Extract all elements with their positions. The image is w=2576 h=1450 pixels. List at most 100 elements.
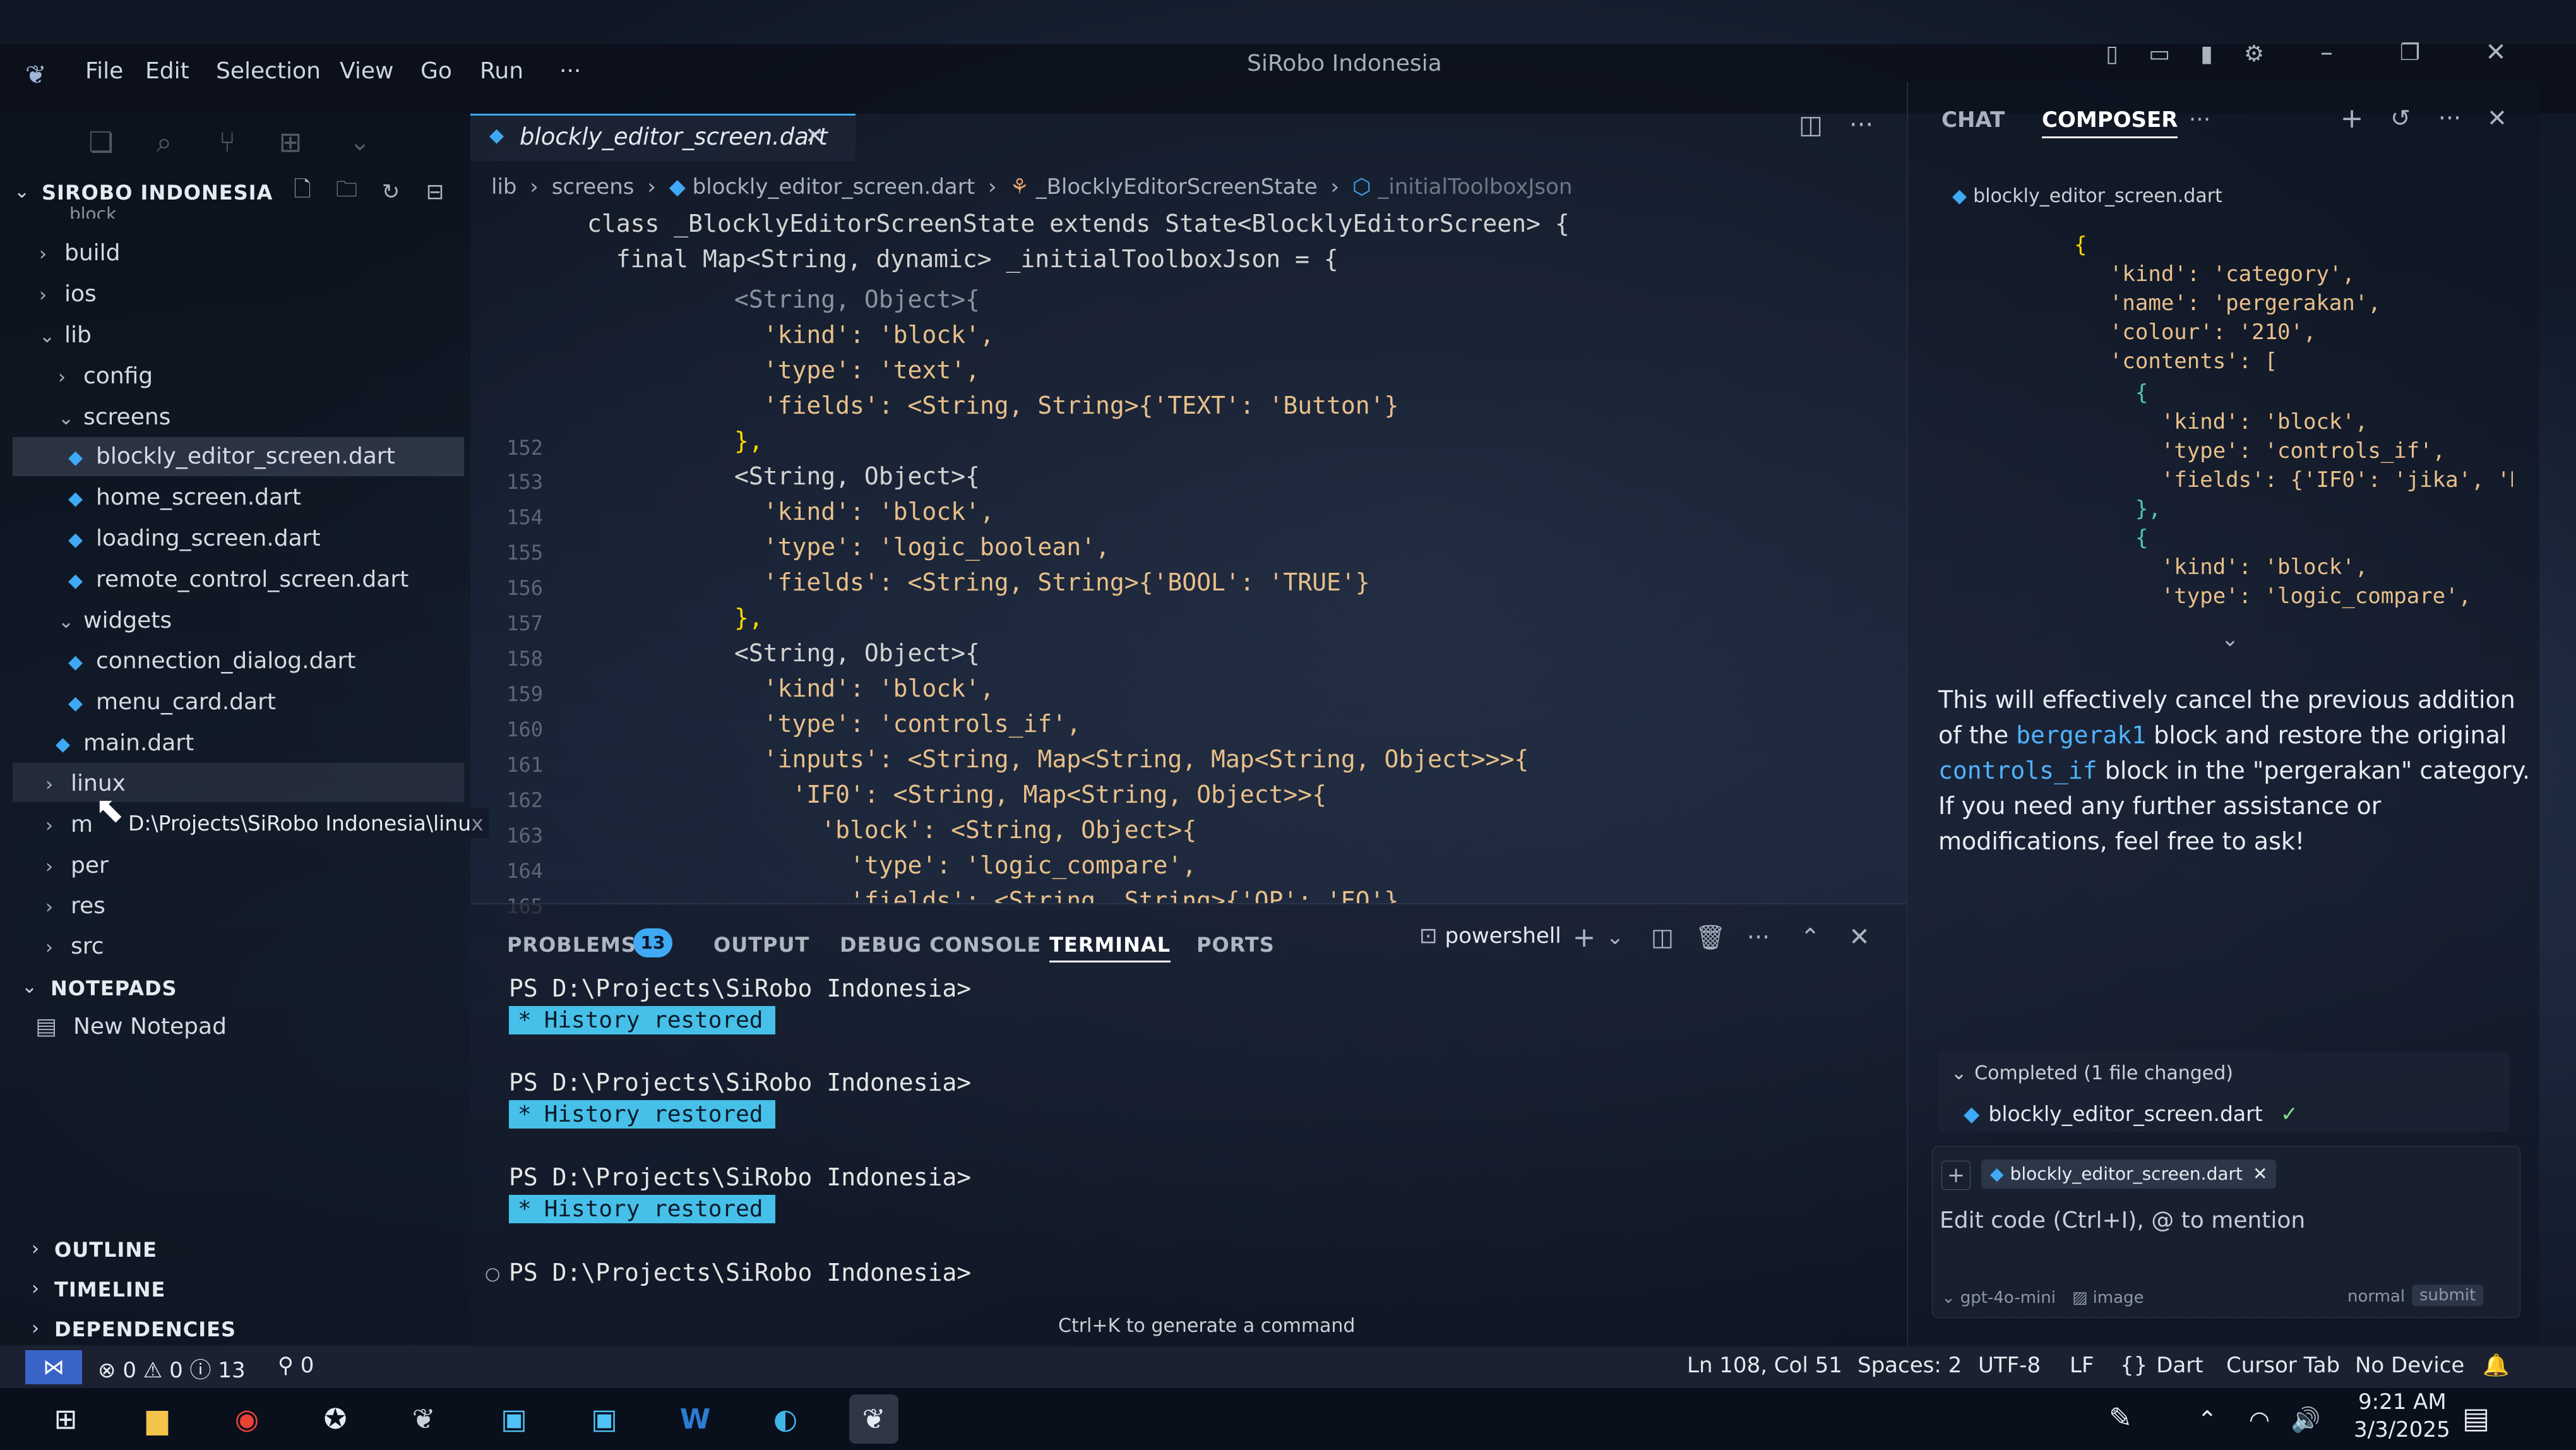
clock-date[interactable]: 3/3/2025 [2354, 1417, 2450, 1442]
clock-time[interactable]: 9:21 AM [2358, 1389, 2447, 1415]
tab-terminal[interactable]: TERMINAL [1049, 933, 1171, 962]
tab-composer[interactable]: COMPOSER [2042, 107, 2178, 138]
close-window-icon[interactable]: ✕ [2480, 37, 2512, 68]
terminal-prompt-current[interactable]: PS D:\Projects\SiRobo Indonesia> [509, 1259, 971, 1286]
word-icon[interactable]: W [671, 1394, 720, 1444]
problems-status[interactable]: ⊗ 0 ⚠ 0 ⓘ 13 [98, 1353, 246, 1384]
menu-file[interactable]: File [85, 58, 123, 84]
tree-folder-res[interactable]: › res [45, 893, 105, 919]
cursor-tab-status[interactable]: Cursor Tab [2226, 1353, 2340, 1378]
tree-folder-m[interactable]: › m [45, 812, 93, 837]
notifications-bell-icon[interactable]: 🔔 [2483, 1353, 2509, 1378]
breadcrumb-item[interactable]: _BlocklyEditorScreenState [1036, 174, 1318, 200]
chevron-right-icon[interactable]: › [32, 1317, 39, 1339]
more-actions-icon[interactable]: ··· [2185, 104, 2215, 135]
menu-run[interactable]: Run [480, 58, 523, 84]
tree-folder-src[interactable]: › src [45, 933, 104, 959]
tree-item-cut[interactable]: block [69, 203, 116, 219]
terminal-shell-selector[interactable]: ⊡ powershell [1419, 923, 1561, 949]
file-explorer-icon[interactable]: ▆ [133, 1394, 182, 1444]
maximize-panel-icon[interactable]: ⌃ [1794, 921, 1826, 954]
tree-folder-per[interactable]: › per [45, 853, 109, 878]
new-folder-icon[interactable]: 🗀 [331, 177, 362, 207]
chevron-right-icon[interactable]: › [32, 1278, 39, 1300]
menu-view[interactable]: View [340, 58, 393, 84]
editor-tab-active[interactable]: ◆ blockly_editor_screen.dart ✕ [470, 114, 856, 161]
more-actions-icon[interactable]: ··· [1743, 921, 1774, 954]
refresh-icon[interactable]: ↻ [376, 177, 406, 207]
windows-start-icon[interactable]: ⊞ [41, 1394, 90, 1444]
restore-icon[interactable]: ❐ [2394, 37, 2426, 68]
history-icon[interactable]: ↺ [2385, 102, 2416, 134]
breadcrumb-item[interactable]: lib [491, 174, 516, 200]
settings-gear-icon[interactable]: ⚙ [2238, 38, 2270, 69]
model-selector[interactable]: ⌄ gpt-4o-mini [1941, 1288, 2056, 1307]
chevron-down-icon[interactable]: ⌄ [14, 181, 30, 203]
store-icon[interactable]: ▣ [489, 1394, 539, 1444]
outline-header[interactable]: OUTLINE [54, 1238, 157, 1262]
mode-label[interactable]: normal [2347, 1287, 2405, 1306]
changed-file-item[interactable]: ◆ blockly_editor_screen.dart ✓ [1964, 1101, 2298, 1126]
breadcrumb-item[interactable]: _initialToolboxJson [1378, 174, 1572, 200]
close-panel-icon[interactable]: ✕ [1844, 921, 1875, 954]
tree-file-remote-control-screen[interactable]: ◆ remote_control_screen.dart [68, 566, 408, 592]
menu-selection[interactable]: Selection [216, 58, 321, 84]
remote-indicator-icon[interactable]: ⋈ [25, 1350, 82, 1384]
toggle-secondary-sidebar-icon[interactable]: ▮ [2191, 38, 2222, 69]
tree-folder-ios[interactable]: › ios [39, 281, 97, 307]
split-terminal-icon[interactable]: ◫ [1647, 921, 1678, 954]
tree-file-blockly-editor-screen[interactable]: ◆ blockly_editor_screen.dart [68, 443, 395, 469]
notification-center-icon[interactable]: ▤ [2462, 1401, 2490, 1435]
collapse-all-icon[interactable]: ⊟ [420, 177, 450, 207]
tree-file-menu-card[interactable]: ◆ menu_card.dart [68, 689, 276, 715]
cursor-app-icon[interactable]: ❦ [399, 1394, 448, 1444]
tab-chat[interactable]: CHAT [1941, 107, 2005, 133]
composer-input[interactable]: Edit code (Ctrl+I), @ to mention [1940, 1207, 2305, 1233]
context-chip[interactable]: ◆ blockly_editor_screen.dart ✕ [1981, 1159, 2277, 1189]
breadcrumb-item[interactable]: screens [552, 174, 635, 200]
more-actions-icon[interactable]: ··· [2434, 102, 2466, 134]
completed-header[interactable]: ⌄ Completed (1 file changed) [1951, 1062, 2233, 1084]
wifi-icon[interactable]: ◠ [2249, 1406, 2270, 1434]
more-actions-icon[interactable]: ··· [1844, 107, 1879, 143]
notepads-header[interactable]: NOTEPADS [51, 976, 177, 1000]
tree-folder-widgets[interactable]: ⌄ widgets [58, 608, 172, 633]
app-icon[interactable]: ✪ [311, 1394, 360, 1444]
chevron-down-icon[interactable]: ⌄ [21, 976, 37, 998]
minimize-icon[interactable]: – [2311, 37, 2342, 68]
menu-more[interactable]: ··· [559, 58, 581, 84]
tree-folder-config[interactable]: › config [58, 363, 153, 389]
tab-problems[interactable]: PROBLEMS [507, 933, 636, 957]
code-block-file-ref[interactable]: ◆ blockly_editor_screen.dart [1952, 185, 2222, 207]
end-of-line[interactable]: LF [2070, 1353, 2094, 1378]
app-window-icon[interactable]: ▣ [580, 1394, 629, 1444]
encoding[interactable]: UTF-8 [1978, 1353, 2041, 1378]
breadcrumb-item[interactable]: blockly_editor_screen.dart [693, 174, 975, 200]
toggle-panel-icon[interactable]: ▭ [2144, 38, 2175, 69]
chrome-icon[interactable]: ◉ [222, 1394, 271, 1444]
indentation[interactable]: Spaces: 2 [1857, 1353, 1962, 1378]
submit-button[interactable]: submit [2412, 1285, 2484, 1306]
tree-folder-lib[interactable]: ⌄ lib [39, 322, 92, 348]
volume-icon[interactable]: 🔊 [2291, 1406, 2320, 1434]
menu-edit[interactable]: Edit [145, 58, 189, 84]
tab-ports[interactable]: PORTS [1196, 933, 1275, 957]
chevron-up-icon[interactable]: ⌃ [2197, 1406, 2217, 1434]
chevron-right-icon[interactable]: › [32, 1238, 39, 1260]
pen-icon[interactable]: ✎ [2109, 1402, 2132, 1434]
chevron-down-icon[interactable]: ⌄ [2217, 626, 2243, 652]
menu-go[interactable]: Go [420, 58, 452, 84]
workspace-title[interactable]: SIROBO INDONESIA [42, 181, 273, 205]
dependencies-header[interactable]: DEPENDENCIES [54, 1317, 236, 1341]
edge-icon[interactable]: ◐ [761, 1394, 810, 1444]
tree-folder-build[interactable]: › build [39, 240, 121, 266]
split-editor-icon[interactable]: ◫ [1793, 107, 1828, 143]
tree-folder-screens[interactable]: ⌄ screens [58, 404, 170, 430]
close-composer-icon[interactable]: ✕ [2481, 102, 2513, 134]
remove-chip-icon[interactable]: ✕ [2253, 1163, 2267, 1184]
timeline-header[interactable]: TIMELINE [54, 1278, 165, 1302]
new-file-icon[interactable]: 🗋 [287, 177, 318, 207]
tree-file-main[interactable]: ◆ main.dart [56, 730, 194, 756]
tab-output[interactable]: OUTPUT [713, 933, 809, 957]
add-context-icon[interactable]: + [1941, 1161, 1971, 1190]
